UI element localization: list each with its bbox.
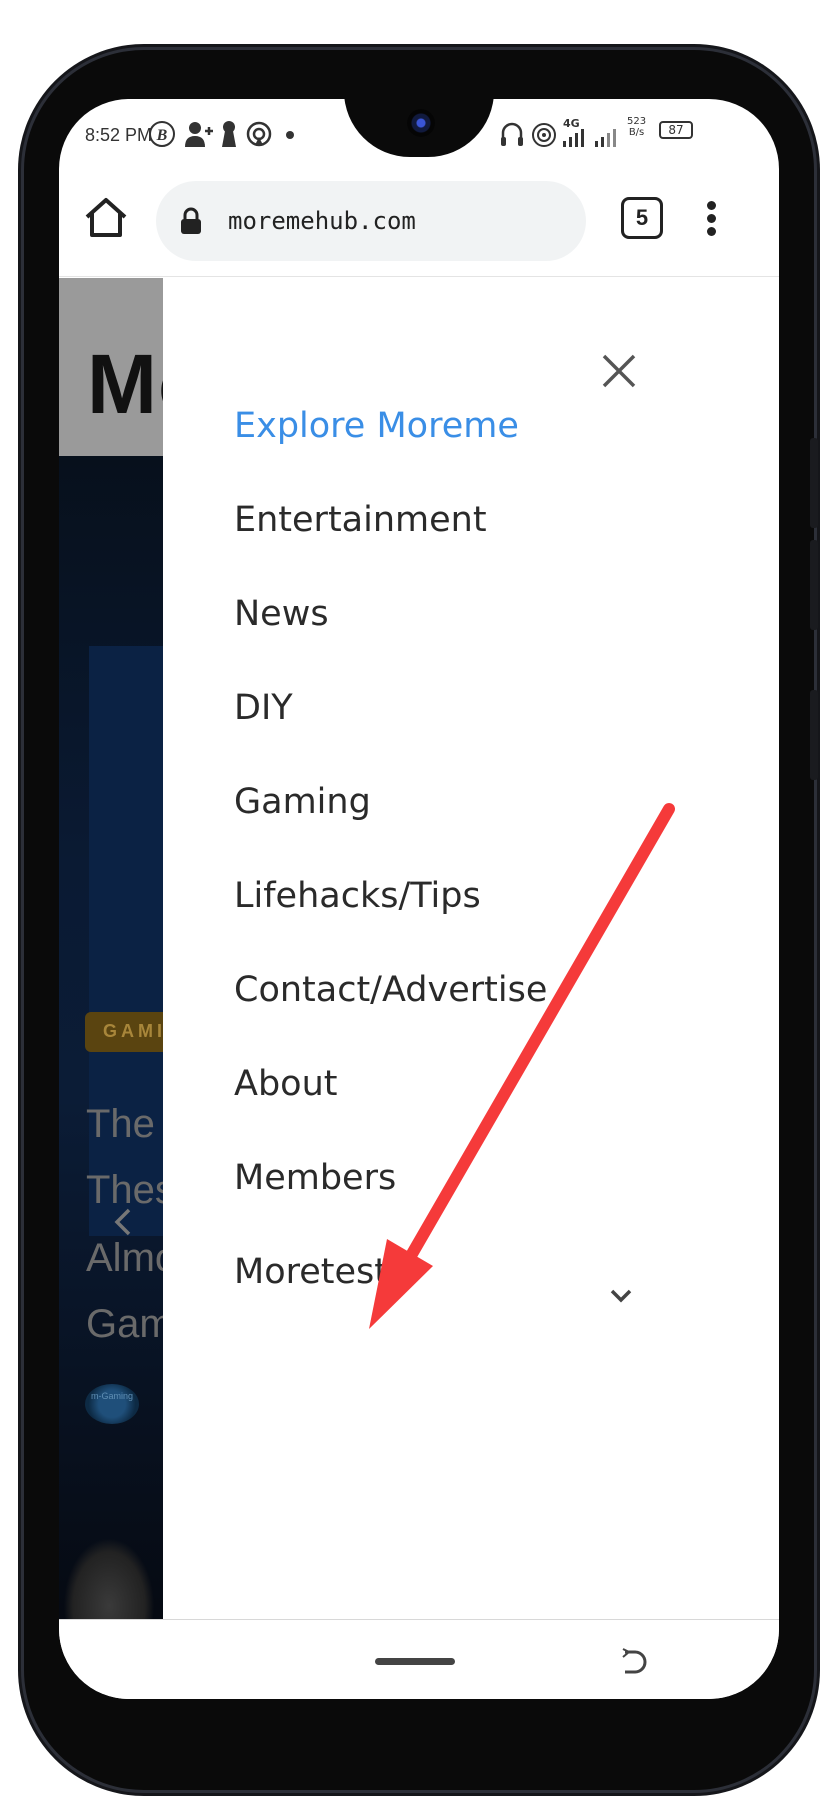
lock-icon [181, 207, 201, 234]
signal-icon-2 [595, 129, 616, 147]
nav-item-members[interactable]: Members [234, 1158, 724, 1218]
nav-item-news[interactable]: News [234, 594, 724, 654]
hero-title-line: Gam [86, 1302, 173, 1346]
chevron-down-icon[interactable] [609, 1288, 633, 1304]
status-time: 8:52 PM [85, 125, 153, 145]
browser-toolbar: moremehub.com 5 [59, 169, 779, 277]
nav-drawer: Explore Moreme Entertainment News DIY Gaming… [163, 278, 779, 1619]
nav-item-explore-moreme[interactable]: Explore Moreme [234, 406, 724, 466]
overflow-menu-icon[interactable] [699, 195, 723, 243]
power-button [810, 690, 818, 780]
nav-item-about[interactable]: About [234, 1064, 724, 1124]
volume-up-button [810, 438, 818, 528]
nav-item-lifehacks-tips[interactable]: Lifehacks/Tips [234, 876, 724, 936]
graffiti-art [59, 1506, 179, 1619]
nav-item-moretest[interactable]: Moretest [234, 1252, 724, 1312]
nav-item-diy[interactable]: DIY [234, 688, 724, 748]
gesture-navigation-bar [59, 1619, 779, 1699]
phone-screen: 8:52 PM B 4G 523 B/s 87 moremehub.com 5 … [59, 99, 779, 1699]
battery-icon: 87 [659, 121, 693, 139]
nav-item-gaming[interactable]: Gaming [234, 782, 724, 842]
volume-down-button [810, 540, 818, 630]
chevron-left-icon [114, 1208, 131, 1236]
back-gesture-icon[interactable] [617, 1648, 649, 1678]
status-bar: 8:52 PM B 4G 523 B/s 87 [59, 99, 779, 169]
wifi-icon [532, 123, 556, 147]
close-icon[interactable] [599, 351, 639, 391]
address-bar[interactable]: moremehub.com [156, 181, 586, 261]
home-icon[interactable] [81, 193, 131, 243]
tab-switcher-button[interactable]: 5 [621, 197, 663, 239]
hotspot-icon [246, 121, 272, 147]
dot-icon [286, 131, 294, 139]
network-speed: 523 B/s [627, 116, 647, 138]
nav-item-contact-advertise[interactable]: Contact/Advertise [234, 970, 724, 1030]
front-camera [407, 109, 435, 137]
signal-icon [563, 129, 584, 147]
b-app-icon: B [149, 121, 175, 147]
headset-icon [501, 122, 523, 146]
home-gesture-pill[interactable] [375, 1658, 455, 1665]
add-contact-icon [185, 122, 213, 147]
nav-item-entertainment[interactable]: Entertainment [234, 500, 724, 560]
svg-text:B: B [156, 127, 168, 144]
keyhole-icon [222, 121, 236, 147]
url-text: moremehub.com [228, 207, 416, 235]
author-avatar: m-Gaming [85, 1384, 139, 1424]
